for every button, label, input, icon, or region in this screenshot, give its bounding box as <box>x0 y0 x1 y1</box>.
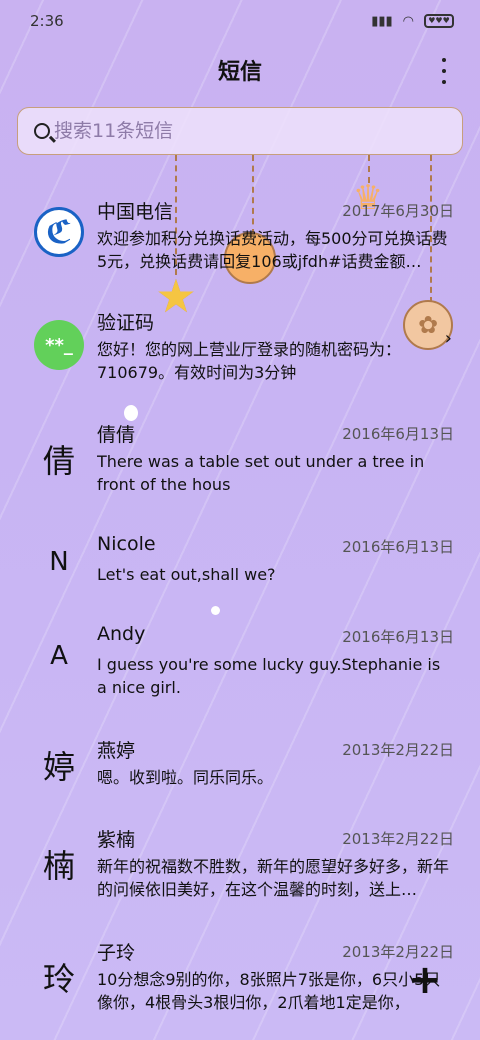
status-bar: 2:36 ▮▮▮ ◠ ♥♥♥ <box>0 0 480 42</box>
avatar-initial: N <box>49 547 69 577</box>
message-preview: I guess you're some lucky guy.Stephanie … <box>97 655 441 697</box>
avatar: 婷 <box>34 740 84 790</box>
avatar: A <box>34 631 84 681</box>
battery-icon: ♥♥♥ <box>424 14 454 28</box>
message-preview: 新年的祝福数不胜数，新年的愿望好多好多，新年的问候依旧美好，在这个温馨的时刻，送… <box>97 857 450 899</box>
avatar-initial: 玲 <box>42 960 75 998</box>
contact-name: 倩倩 <box>97 424 136 446</box>
avatar: **_ <box>34 320 84 370</box>
avatar: 楠 <box>34 839 84 889</box>
message-date: 2013年2月22日 <box>342 830 454 848</box>
list-item[interactable]: 婷 燕婷 2013年2月22日 嗯。收到啦。同乐同乐。 <box>0 736 480 816</box>
message-preview: 10分想念9别的你，8张照片7张是你，6只小5只像你，4根骨头3根归你，2爪着地… <box>97 970 441 1012</box>
list-item[interactable]: ℭ 中国电信 2017年6月30日 欢迎参加积分兑换话费活动，每500分可兑换话… <box>0 197 480 277</box>
avatar-initial: 倩 <box>42 442 75 480</box>
dot-icon <box>442 58 446 62</box>
contact-name: 验证码 <box>97 312 155 334</box>
message-date: 2016年6月13日 <box>342 538 454 556</box>
search-input[interactable] <box>54 120 434 142</box>
list-item[interactable]: 楠 紫楠 2013年2月22日 新年的祝福数不胜数，新年的愿望好多好多，新年的问… <box>0 825 480 905</box>
contact-name: 燕婷 <box>97 740 136 762</box>
contact-name: Nicole <box>97 533 156 555</box>
message-preview: There was a table set out under a tree i… <box>97 452 425 494</box>
avatar: N <box>34 537 84 587</box>
status-icons: ▮▮▮ ◠ ♥♥♥ <box>371 14 454 29</box>
dot-icon <box>442 80 446 84</box>
message-date: 2013年2月22日 <box>342 741 454 759</box>
signal-icon: ▮▮▮ <box>371 13 393 29</box>
list-item[interactable]: A Andy 2016年6月13日 I guess you're some lu… <box>0 623 480 703</box>
contact-name: Andy <box>97 623 146 645</box>
list-item[interactable]: **_ 验证码 您好！您的网上营业厅登录的随机密码为：710679。有效时间为3… <box>0 308 480 388</box>
contact-name: 子玲 <box>97 942 136 964</box>
avatar-initial: A <box>50 641 68 671</box>
chevron-right-icon: › <box>444 328 452 349</box>
avatar-initial: 婷 <box>42 748 75 786</box>
message-preview: Let's eat out,shall we? <box>97 565 276 584</box>
contact-name: 紫楠 <box>97 829 136 851</box>
telecom-logo-icon: ℭ <box>34 207 84 257</box>
message-date: 2016年6月13日 <box>342 425 454 443</box>
more-options-button[interactable] <box>434 58 454 84</box>
avatar: ℭ <box>34 207 84 257</box>
new-message-button[interactable]: + <box>405 960 445 1000</box>
status-time: 2:36 <box>30 12 64 30</box>
message-date: 2017年6月30日 <box>342 202 454 220</box>
avatar: 倩 <box>34 434 84 484</box>
search-icon <box>34 123 50 139</box>
verify-code-avatar: **_ <box>34 320 84 370</box>
dot-icon <box>442 69 446 73</box>
search-bar[interactable] <box>17 107 463 155</box>
avatar-initial: 楠 <box>42 847 75 885</box>
app-header: 短信 <box>0 50 480 90</box>
message-preview: 嗯。收到啦。同乐同乐。 <box>97 768 274 787</box>
dot-decoration <box>124 405 138 421</box>
list-item[interactable]: 倩 倩倩 2016年6月13日 There was a table set ou… <box>0 420 480 500</box>
wifi-icon: ◠ <box>402 13 414 29</box>
list-item[interactable]: N Nicole 2016年6月13日 Let's eat out,shall … <box>0 533 480 613</box>
message-preview: 您好！您的网上营业厅登录的随机密码为：710679。有效时间为3分钟 <box>97 340 402 382</box>
message-date: 2016年6月13日 <box>342 628 454 646</box>
message-preview: 欢迎参加积分兑换话费活动，每500分可兑换话费5元，兑换话费请回复106或jfd… <box>97 229 448 271</box>
contact-name: 中国电信 <box>97 201 174 223</box>
avatar: 玲 <box>34 952 84 1002</box>
page-title: 短信 <box>217 60 262 85</box>
